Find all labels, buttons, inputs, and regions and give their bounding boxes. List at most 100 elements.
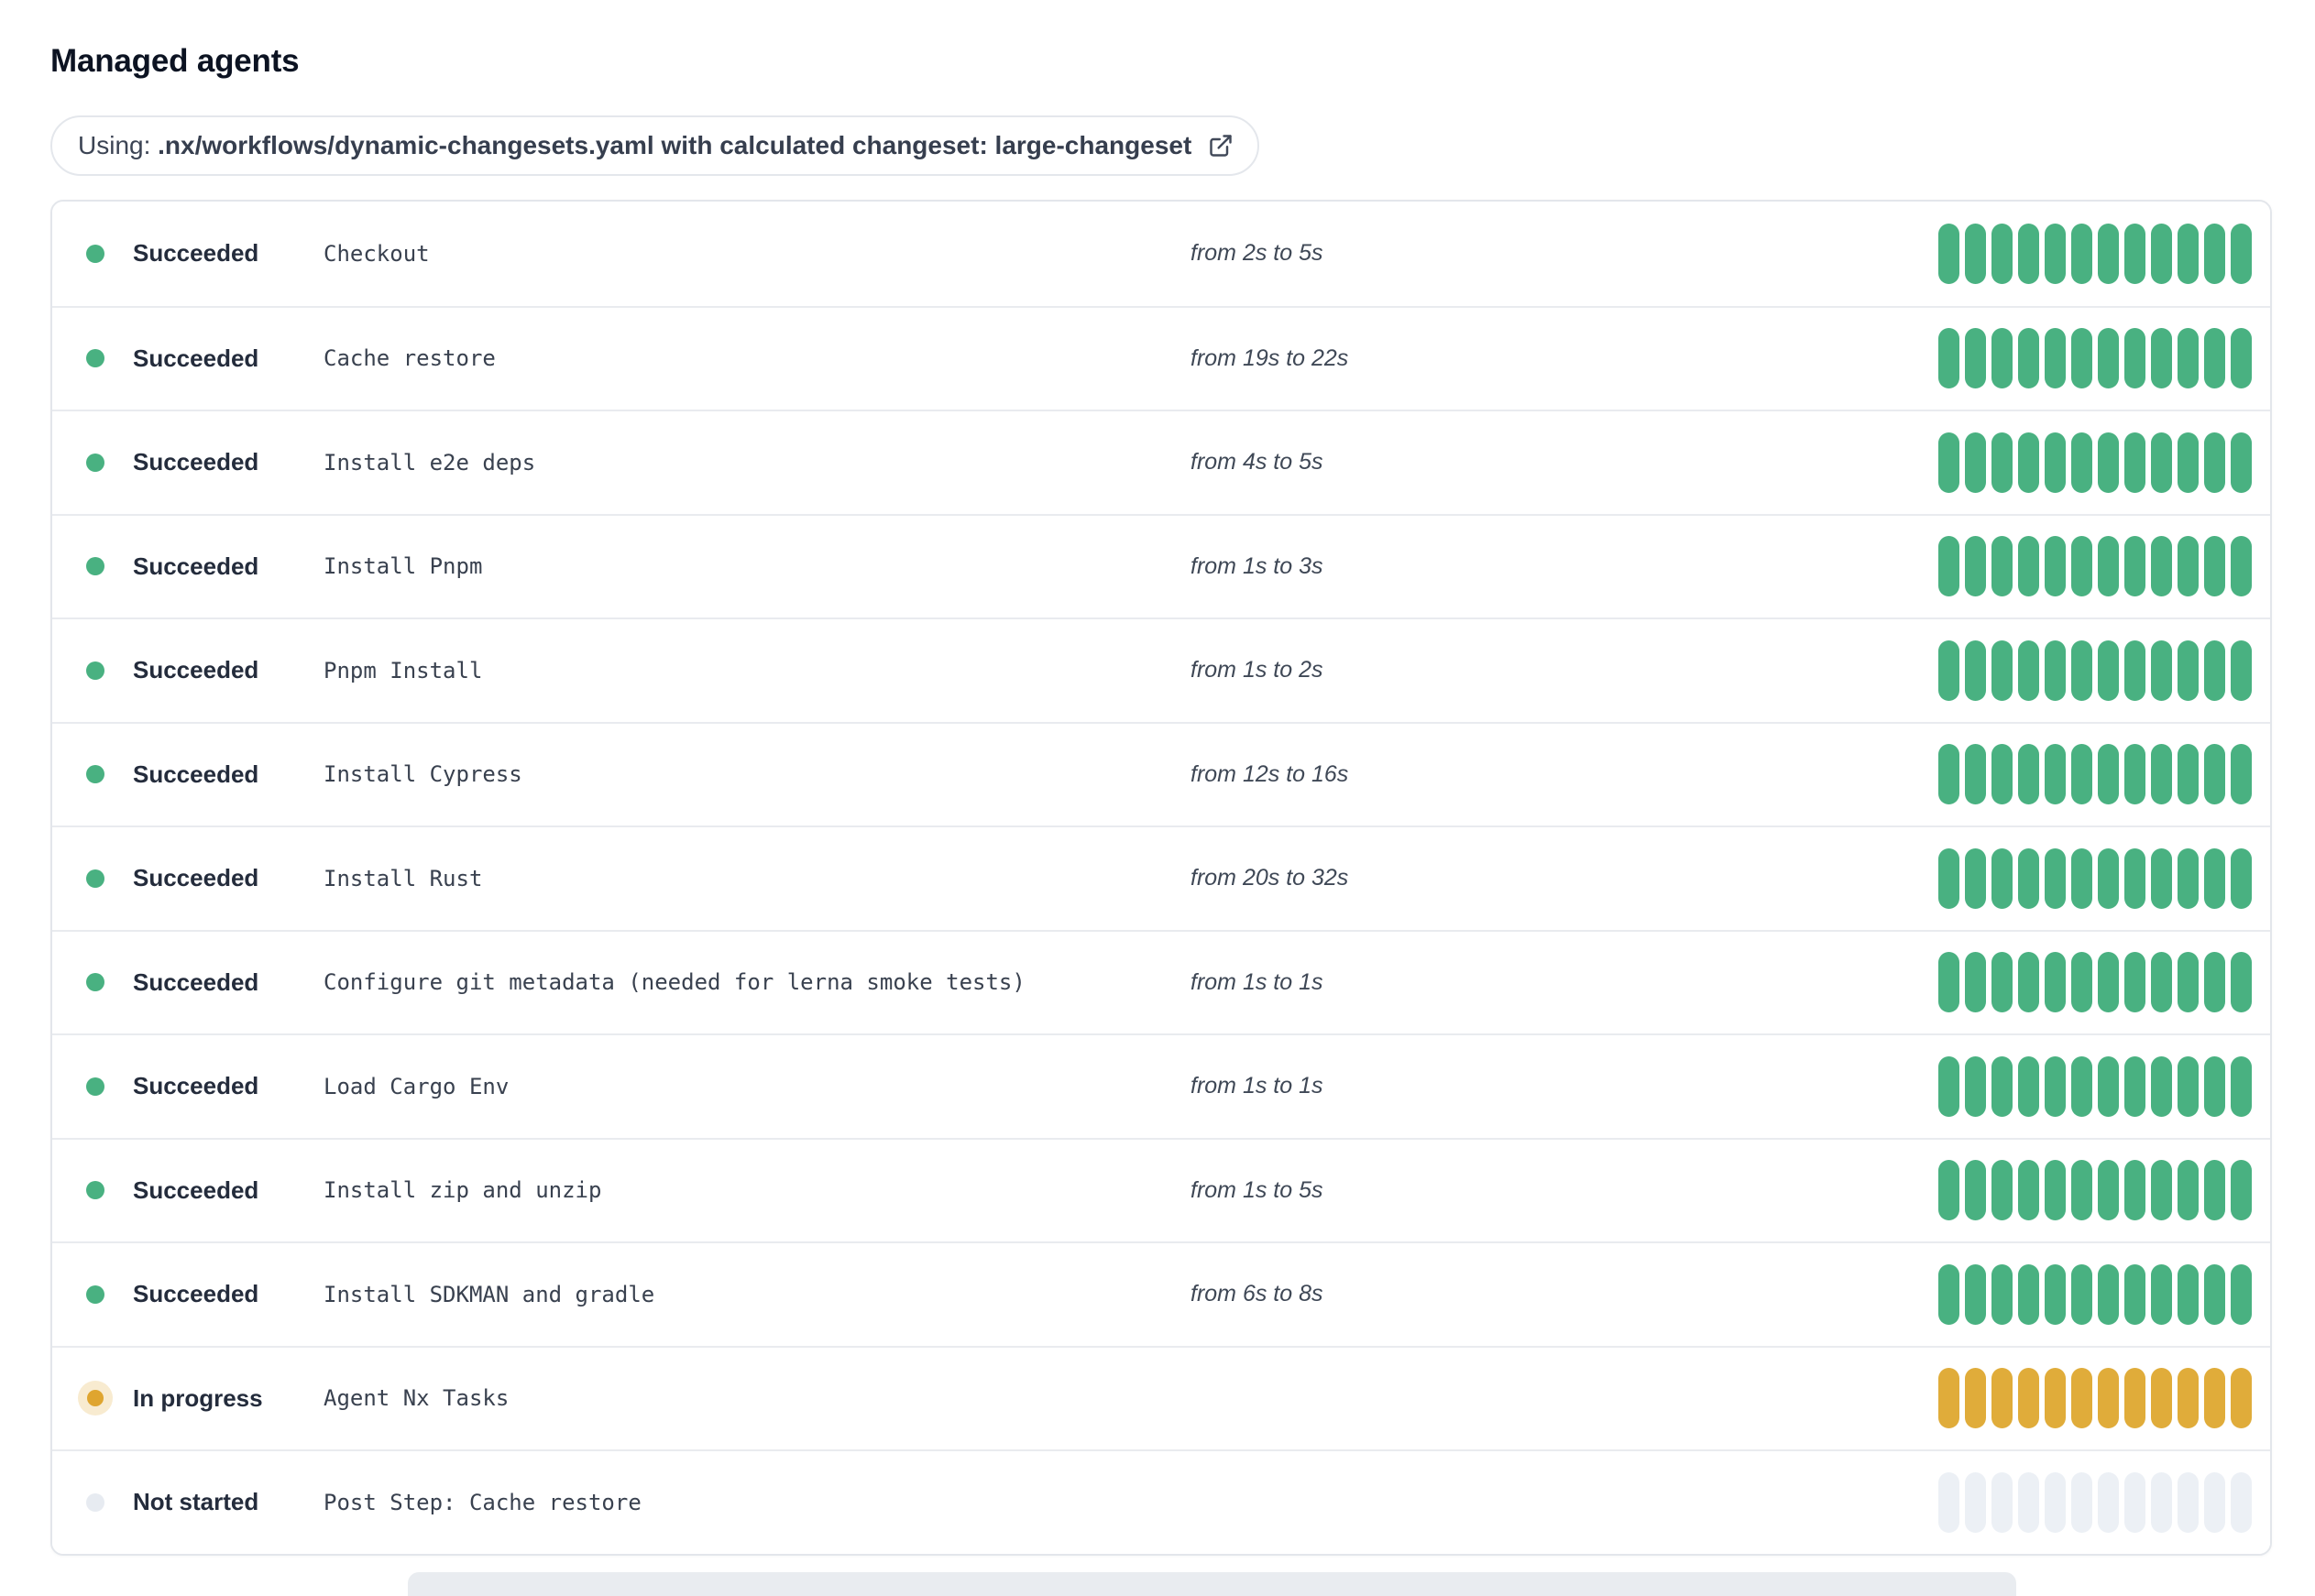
progress-segment <box>1964 1471 1986 1533</box>
agent-row[interactable]: Succeeded Install Cypress from 12s to 16… <box>52 721 2270 825</box>
progress-segment <box>2044 1471 2066 1533</box>
status-label: Succeeded <box>133 1072 259 1100</box>
progress-segment <box>2230 223 2252 284</box>
progress-segment <box>1991 328 2013 389</box>
progress-segment <box>2070 744 2092 805</box>
workflow-config-badge[interactable]: Using: .nx/workflows/dynamic-changesets.… <box>50 115 1260 176</box>
status-dot-halo <box>78 861 113 896</box>
progress-segment <box>2203 223 2225 284</box>
progress-segment <box>1937 847 1959 909</box>
status-cell: Succeeded <box>52 861 324 896</box>
status-dot <box>86 765 104 784</box>
status-dot <box>86 869 104 888</box>
progress-bar <box>1937 1263 2252 1325</box>
progress-segment <box>2070 223 2092 284</box>
progress-segment <box>1937 1368 1959 1429</box>
progress-segment <box>2230 952 2252 1013</box>
agent-row[interactable]: Succeeded Install Rust from 20s to 32s <box>52 825 2270 930</box>
status-cell: Not started <box>52 1485 324 1520</box>
progress-segment <box>2123 536 2145 597</box>
step-name: Configure git metadata (needed for lerna… <box>324 969 1026 996</box>
step-name: Load Cargo Env <box>324 1073 510 1099</box>
progress-segment <box>1937 1055 1959 1117</box>
progress-segment <box>2203 744 2225 805</box>
progress-segment <box>1964 1263 1986 1325</box>
status-dot <box>86 1284 104 1304</box>
progress-segment <box>2230 1055 2252 1117</box>
progress-segment <box>2097 639 2119 701</box>
progress-segment <box>2123 639 2145 701</box>
progress-segment <box>2097 1160 2119 1221</box>
progress-segment <box>1964 432 1986 493</box>
progress-segment <box>2230 328 2252 389</box>
progress-segment <box>2230 536 2252 597</box>
progress-segment <box>1964 952 1986 1013</box>
status-cell: Succeeded <box>52 236 324 271</box>
status-cell: Succeeded <box>52 653 324 688</box>
progress-segment <box>1964 536 1986 597</box>
progress-segment <box>2123 952 2145 1013</box>
status-label: Succeeded <box>133 1280 259 1308</box>
agent-row[interactable]: Succeeded Install e2e deps from 4s to 5s <box>52 410 2270 514</box>
progress-segment <box>1937 1263 1959 1325</box>
progress-segment <box>2123 1055 2145 1117</box>
next-section-partial <box>408 1572 2016 1596</box>
status-dot <box>86 557 104 576</box>
progress-segment <box>2070 432 2092 493</box>
progress-segment <box>2203 847 2225 909</box>
progress-segment <box>1937 432 1959 493</box>
progress-segment <box>2123 744 2145 805</box>
status-dot <box>86 453 104 472</box>
progress-segment <box>1991 432 2013 493</box>
status-dot <box>87 1390 104 1407</box>
progress-segment <box>2017 1368 2039 1429</box>
progress-bar <box>1937 1055 2252 1117</box>
progress-segment <box>2123 432 2145 493</box>
status-label: Succeeded <box>133 967 259 996</box>
progress-segment <box>1964 1160 1986 1221</box>
progress-segment <box>1937 952 1959 1013</box>
progress-bar <box>1937 223 2252 284</box>
progress-segment <box>2203 328 2225 389</box>
agent-row[interactable]: Succeeded Checkout from 2s to 5s <box>52 202 2270 306</box>
progress-segment <box>1991 1160 2013 1221</box>
agent-row[interactable]: In progress Agent Nx Tasks <box>52 1345 2270 1449</box>
status-label: In progress <box>133 1383 263 1412</box>
agent-row[interactable]: Succeeded Pnpm Install from 1s to 2s <box>52 618 2270 722</box>
progress-segment <box>1991 1055 2013 1117</box>
progress-segment <box>2070 1160 2092 1221</box>
progress-bar <box>1937 744 2252 805</box>
progress-segment <box>2150 328 2172 389</box>
progress-segment <box>1937 1160 1959 1221</box>
progress-segment <box>2017 432 2039 493</box>
agent-row[interactable]: Succeeded Install zip and unzip from 1s … <box>52 1137 2270 1241</box>
status-dot-halo <box>78 341 113 376</box>
progress-segment <box>2177 639 2199 701</box>
agent-row[interactable]: Succeeded Load Cargo Env from 1s to 1s <box>52 1033 2270 1138</box>
agent-row[interactable]: Succeeded Cache restore from 19s to 22s <box>52 305 2270 410</box>
agent-row[interactable]: Not started Post Step: Cache restore <box>52 1449 2270 1554</box>
status-cell: In progress <box>52 1381 324 1416</box>
progress-segment <box>2070 1368 2092 1429</box>
progress-segment <box>2123 1471 2145 1533</box>
agent-row[interactable]: Succeeded Install Pnpm from 1s to 3s <box>52 513 2270 618</box>
agent-row[interactable]: Succeeded Install SDKMAN and gradle from… <box>52 1241 2270 1346</box>
progress-segment <box>1937 639 1959 701</box>
progress-segment <box>2044 639 2066 701</box>
progress-segment <box>1964 847 1986 909</box>
progress-segment <box>2044 328 2066 389</box>
progress-segment <box>2070 639 2092 701</box>
duration-range: from 12s to 16s <box>1190 760 1349 787</box>
progress-segment <box>2044 1368 2066 1429</box>
progress-bar <box>1937 1368 2252 1429</box>
progress-segment <box>2203 1471 2225 1533</box>
progress-segment <box>2070 328 2092 389</box>
progress-segment <box>2230 432 2252 493</box>
progress-segment <box>1991 639 2013 701</box>
progress-segment <box>2177 1368 2199 1429</box>
agent-row[interactable]: Succeeded Configure git metadata (needed… <box>52 929 2270 1033</box>
page-title: Managed agents <box>50 43 300 79</box>
duration-range: from 19s to 22s <box>1190 344 1349 371</box>
progress-segment <box>2177 223 2199 284</box>
progress-segment <box>2177 744 2199 805</box>
